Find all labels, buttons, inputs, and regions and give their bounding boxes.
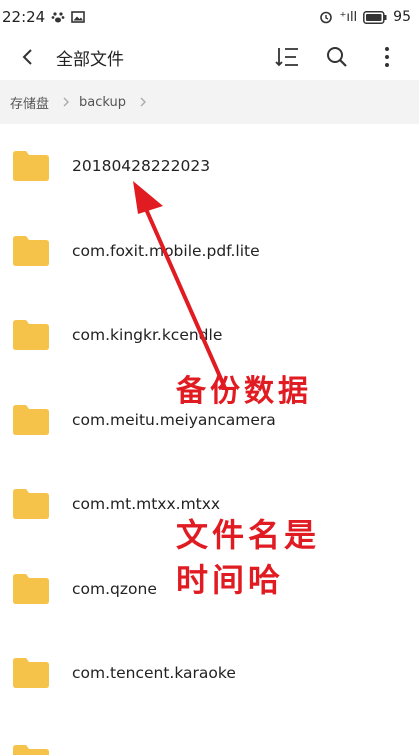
annotation-text-filename: 文件名是	[176, 516, 321, 554]
signal-indicator: ⁺ıll	[339, 9, 358, 25]
folder-icon	[13, 573, 49, 604]
paw-icon	[51, 12, 65, 23]
list-item[interactable]: com.kingkr.kcendle	[0, 293, 419, 378]
search-icon	[327, 47, 347, 67]
image-icon	[71, 11, 86, 23]
file-name: com.meitu.meiyancamera	[72, 410, 276, 429]
sort-icon	[275, 48, 298, 67]
file-name: 20180428222023	[72, 157, 211, 176]
list-item[interactable]: com.foxit.mobile.pdf.lite	[0, 209, 419, 294]
list-item[interactable]: 20180428222023	[0, 124, 419, 209]
file-name: com.qzone	[72, 579, 157, 598]
chevron-left-icon	[22, 49, 32, 65]
sort-button[interactable]	[269, 39, 305, 75]
status-left: 22:24	[0, 8, 86, 26]
battery-icon	[363, 10, 387, 24]
battery-level: 95	[393, 9, 411, 25]
page-title: 全部文件	[56, 49, 124, 70]
annotation-text-backup: 备份数据	[176, 374, 312, 409]
folder-icon	[13, 151, 49, 182]
file-name: com.kingkr.kcendle	[72, 326, 223, 345]
alarm-icon	[320, 11, 333, 24]
folder-icon	[13, 235, 49, 266]
header-actions	[269, 39, 419, 75]
back-button[interactable]	[8, 37, 48, 77]
breadcrumb-root[interactable]: 存储盘	[0, 93, 49, 112]
more-button[interactable]	[369, 39, 405, 75]
list-item[interactable]: com.tencent.karaoke	[0, 631, 419, 716]
folder-icon	[13, 320, 49, 351]
more-vertical-icon	[385, 47, 389, 67]
folder-icon	[13, 404, 49, 435]
file-list: 20180428222023 com.foxit.mobile.pdf.lite…	[0, 124, 419, 716]
status-right: ⁺ıll 95	[319, 9, 419, 25]
status-time: 22:24	[2, 8, 46, 26]
breadcrumb: 存储盘 backup	[0, 80, 419, 124]
search-button[interactable]	[319, 39, 355, 75]
file-name: com.foxit.mobile.pdf.lite	[72, 241, 260, 260]
app-header: 全部文件	[0, 34, 419, 80]
folder-icon	[13, 489, 49, 520]
chevron-right-icon	[140, 97, 147, 107]
annotation-text-time: 时间哈	[176, 561, 285, 599]
chevron-right-icon	[63, 97, 70, 107]
file-name: com.tencent.karaoke	[72, 664, 236, 683]
status-bar: 22:24 ⁺ıll 95	[0, 0, 419, 34]
folder-icon	[13, 745, 49, 755]
breadcrumb-current[interactable]: backup	[79, 95, 126, 110]
folder-icon	[13, 658, 49, 689]
